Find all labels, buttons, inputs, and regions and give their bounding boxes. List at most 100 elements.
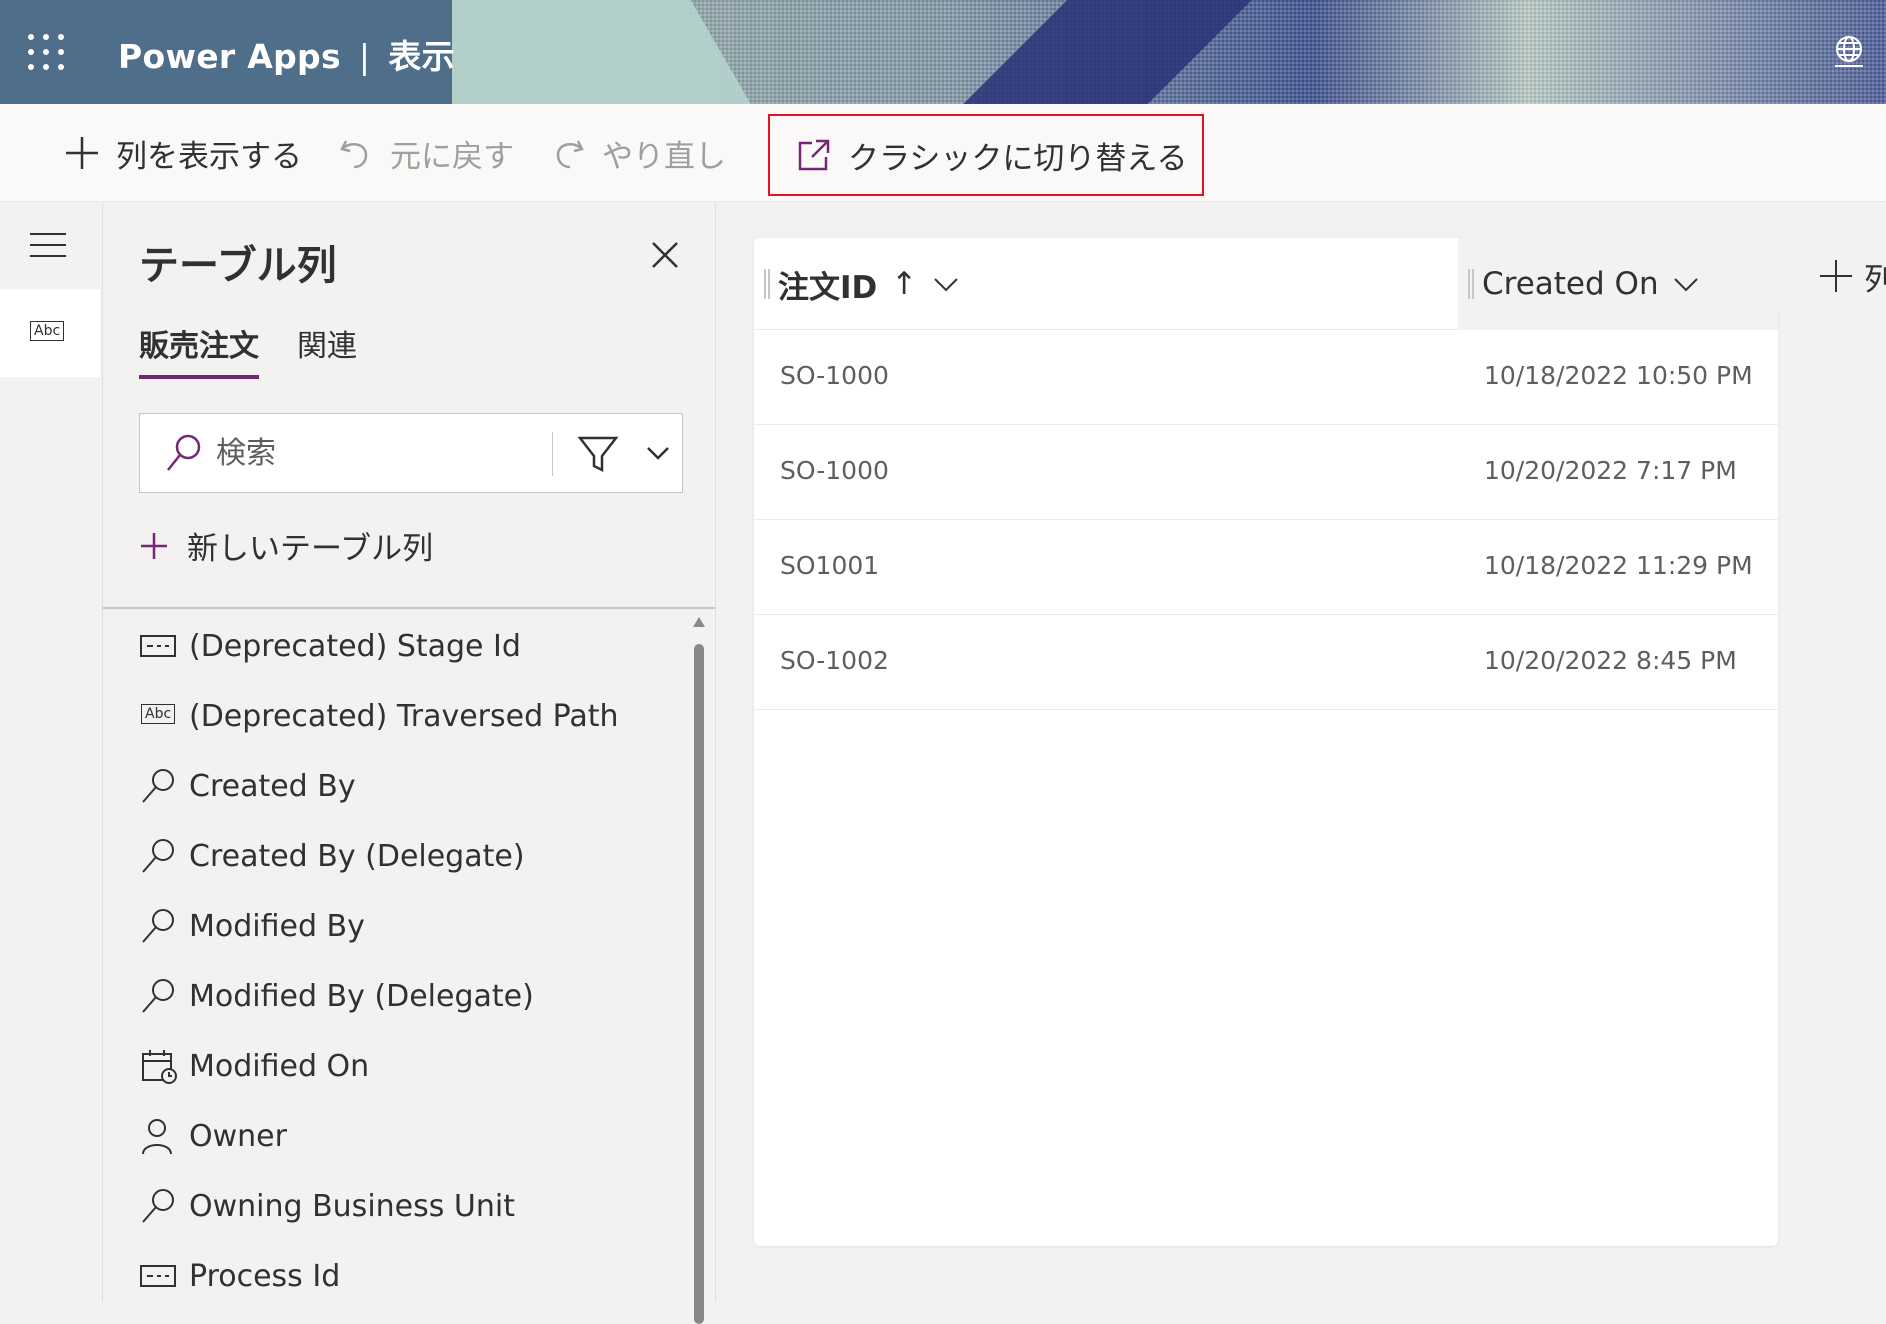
table-row[interactable]: SO-1002 10/20/2022 8:45 PM xyxy=(754,616,1778,710)
table-row[interactable]: SO-1000 10/20/2022 7:17 PM xyxy=(754,426,1778,520)
redo-button[interactable]: やり直し xyxy=(548,104,726,202)
undo-label: 元に戻す xyxy=(390,138,514,175)
list-item-label: Created By (Delegate) xyxy=(189,838,525,874)
add-column-label: 列 xyxy=(1864,261,1886,298)
cell-created-on: 10/18/2022 11:29 PM xyxy=(1484,551,1753,580)
lookup-icon xyxy=(142,839,174,873)
list-item[interactable]: Modified By xyxy=(139,891,365,961)
list-item-label: Modified By xyxy=(189,908,365,944)
list-item-label: (Deprecated) Stage Id xyxy=(189,628,521,664)
new-table-column-button[interactable]: 新しいテーブル列 xyxy=(139,523,433,568)
list-item-label: Owning Business Unit xyxy=(189,1188,515,1224)
undo-button[interactable]: 元に戻す xyxy=(336,104,514,202)
list-item-label: Owner xyxy=(189,1118,287,1154)
app-title: Power Apps | 表示 xyxy=(118,30,455,78)
column-header-created-on[interactable]: Created On xyxy=(1458,238,1778,330)
cell-order-id: SO-1000 xyxy=(780,361,889,390)
list-item[interactable]: Process Id xyxy=(139,1241,340,1301)
filter-dropdown-icon[interactable] xyxy=(570,432,674,476)
plus-icon xyxy=(1820,260,1852,292)
search-box xyxy=(139,413,683,493)
list-item[interactable]: Abc (Deprecated) Traversed Path xyxy=(139,681,619,751)
chevron-down-icon xyxy=(934,278,958,292)
lookup-icon xyxy=(142,909,174,943)
chevron-down-icon xyxy=(1673,278,1698,292)
app-header: Power Apps | 表示 xyxy=(0,0,1886,104)
cell-created-on: 10/20/2022 8:45 PM xyxy=(1484,646,1737,675)
rail-table-columns-item[interactable]: Abc xyxy=(0,289,100,377)
calendar-icon xyxy=(142,1050,177,1084)
list-item[interactable]: Owning Business Unit xyxy=(139,1171,515,1241)
table-row[interactable]: SO1001 10/18/2022 11:29 PM xyxy=(754,521,1778,615)
person-icon xyxy=(142,1119,172,1155)
tab-sales-order[interactable]: 販売注文 xyxy=(139,321,259,379)
cell-order-id: SO-1002 xyxy=(780,646,889,675)
column-header-order-id[interactable]: 注文ID ↑ xyxy=(764,238,961,330)
app-name: Power Apps xyxy=(118,37,341,76)
cell-created-on: 10/18/2022 10:50 PM xyxy=(1484,361,1753,390)
cell-order-id: SO-1000 xyxy=(780,456,889,485)
list-item-label: Created By xyxy=(189,768,356,804)
redo-label: やり直し xyxy=(602,138,726,175)
column-list-scrollbar[interactable] xyxy=(692,616,706,1324)
scroll-thumb[interactable] xyxy=(694,644,704,1324)
unique-id-icon xyxy=(140,635,176,657)
scroll-up-arrow-icon[interactable] xyxy=(692,616,706,628)
redo-icon xyxy=(556,140,584,169)
list-item[interactable]: Modified On xyxy=(139,1031,369,1101)
show-column-button[interactable]: 列を表示する xyxy=(62,104,302,202)
open-external-icon xyxy=(798,139,830,171)
command-bar: 列を表示する 元に戻す やり直し クラシックに切り替える xyxy=(0,104,1886,202)
globe-icon[interactable] xyxy=(1830,32,1868,70)
add-column-button[interactable]: 列 xyxy=(1818,246,1886,306)
column-list: (Deprecated) Stage Id Abc (Deprecated) T… xyxy=(103,611,693,1301)
list-item-label: Process Id xyxy=(189,1258,341,1294)
search-divider xyxy=(552,432,553,476)
column-header-label: 注文ID xyxy=(778,269,878,306)
cell-created-on: 10/20/2022 7:17 PM xyxy=(1484,456,1737,485)
cell-order-id: SO1001 xyxy=(780,551,880,580)
search-input[interactable] xyxy=(216,428,536,478)
tab-related[interactable]: 関連 xyxy=(297,321,357,379)
new-table-column-label: 新しいテーブル列 xyxy=(187,531,434,567)
list-item[interactable]: Modified By (Delegate) xyxy=(139,961,534,1031)
lookup-icon xyxy=(142,979,174,1013)
list-item[interactable]: Created By xyxy=(139,751,356,821)
grid-header: 注文ID ↑ Created On xyxy=(754,238,1778,330)
lookup-icon xyxy=(142,1189,174,1223)
list-item[interactable]: Created By (Delegate) xyxy=(139,821,525,891)
close-icon[interactable] xyxy=(647,237,683,273)
panel-tabs: 販売注文 関連 xyxy=(139,321,357,379)
list-item[interactable]: Owner xyxy=(139,1101,287,1171)
header-banner-image xyxy=(452,0,1886,104)
column-resize-grip[interactable] xyxy=(764,269,770,299)
view-name: 表示 xyxy=(388,37,455,76)
list-item[interactable]: (Deprecated) Stage Id xyxy=(139,611,521,681)
table-columns-panel: テーブル列 販売注文 関連 新しいテーブル列 (Deprecated) Stag… xyxy=(102,203,716,1302)
switch-to-classic-button[interactable]: クラシックに切り替える xyxy=(768,114,1204,196)
left-nav-rail: Abc xyxy=(0,203,100,1302)
undo-icon xyxy=(340,140,368,169)
sort-ascending-icon: ↑ xyxy=(891,266,918,302)
list-item-label: Modified By (Delegate) xyxy=(189,978,534,1014)
column-resize-grip[interactable] xyxy=(1468,269,1474,299)
hamburger-menu-icon[interactable] xyxy=(30,233,66,259)
text-abc-icon: Abc xyxy=(139,696,179,736)
plus-icon xyxy=(141,532,167,559)
title-separator: | xyxy=(358,37,371,76)
table-row[interactable]: SO-1000 10/18/2022 10:50 PM xyxy=(754,331,1778,425)
data-grid: 注文ID ↑ Created On SO-1000 10/18/2022 10:… xyxy=(754,238,1778,1246)
panel-divider xyxy=(103,607,715,609)
switch-to-classic-label: クラシックに切り替える xyxy=(848,140,1188,177)
app-launcher-icon[interactable] xyxy=(28,34,64,70)
list-item-label: Modified On xyxy=(189,1048,370,1084)
column-header-label: Created On xyxy=(1482,266,1659,302)
search-icon xyxy=(167,434,201,471)
list-item-label: (Deprecated) Traversed Path xyxy=(189,698,619,734)
lookup-icon xyxy=(142,769,174,803)
show-column-label: 列を表示する xyxy=(116,138,302,175)
text-abc-icon: Abc xyxy=(30,321,65,341)
plus-icon xyxy=(66,137,98,169)
panel-title: テーブル列 xyxy=(139,243,337,289)
unique-id-icon xyxy=(140,1265,176,1287)
